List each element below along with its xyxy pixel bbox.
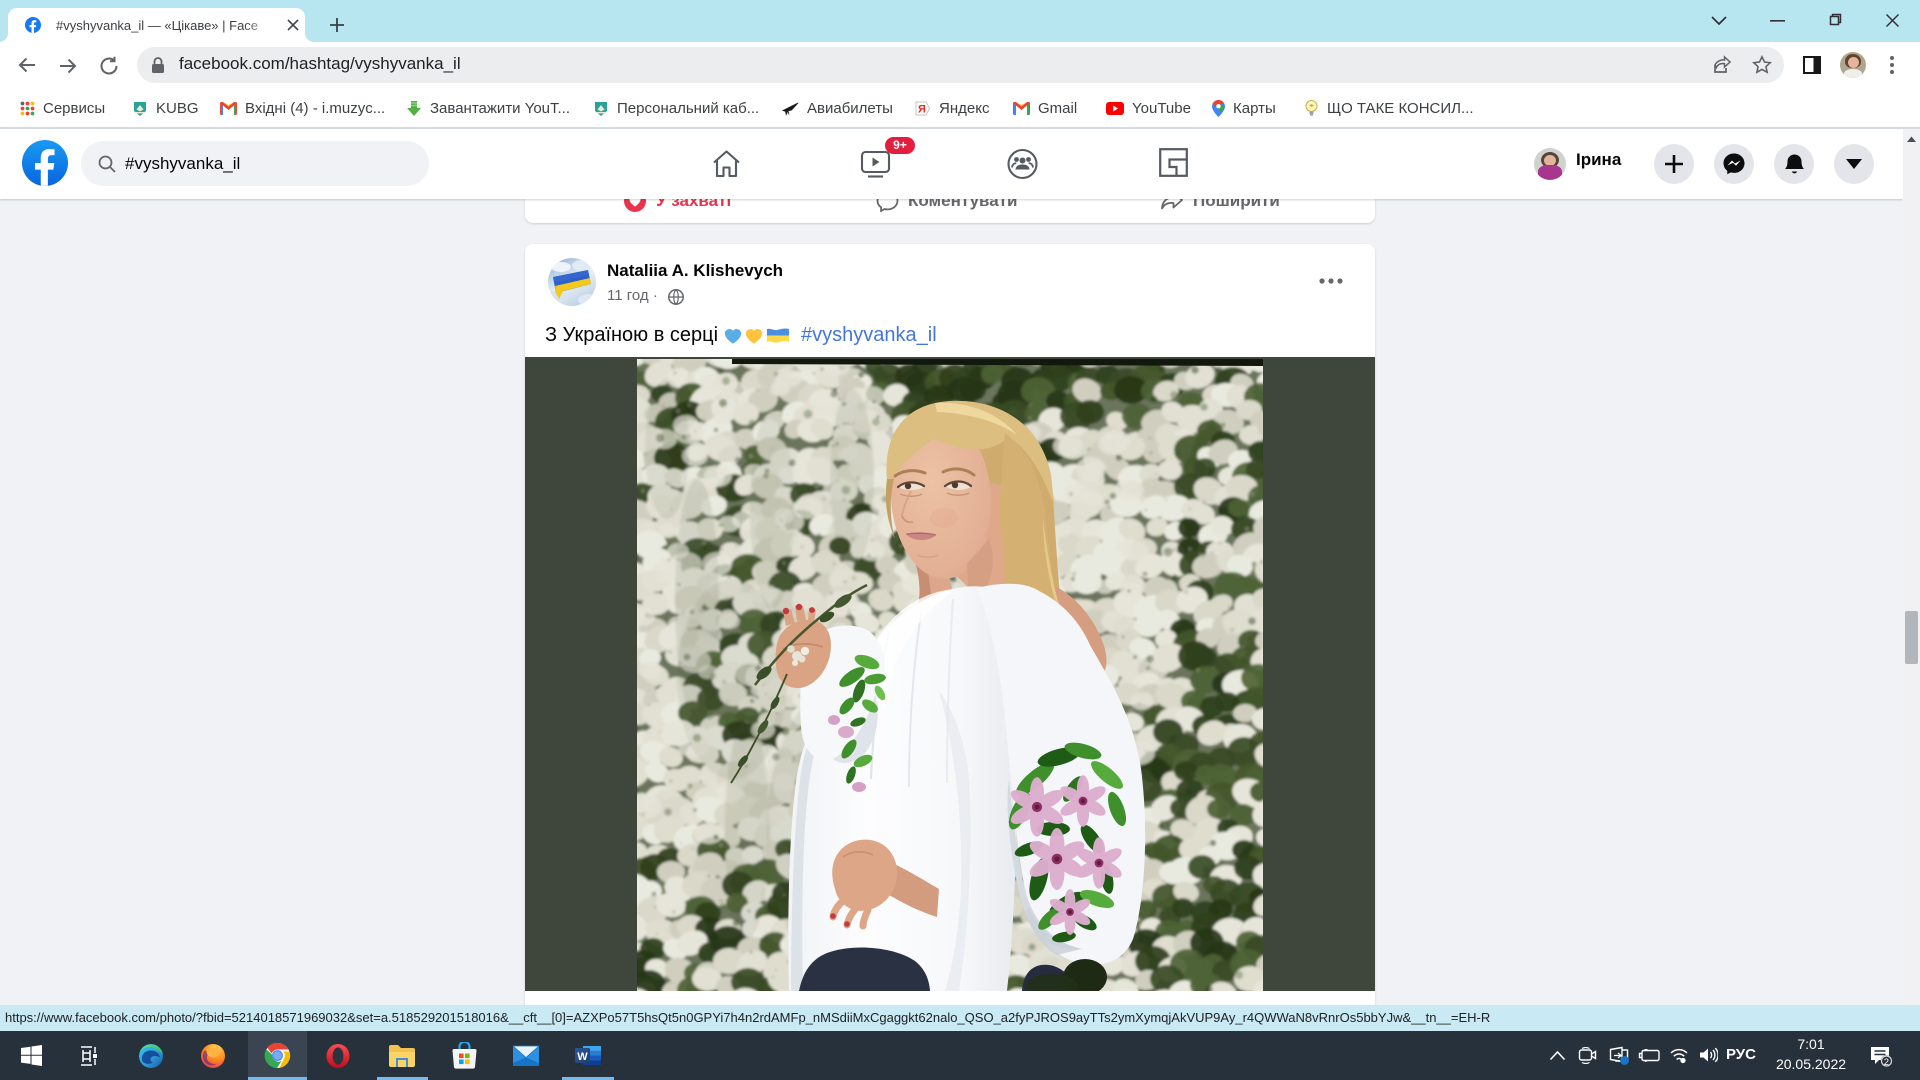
svg-text:W: W xyxy=(577,1051,588,1063)
svg-text:Я: Я xyxy=(918,104,926,116)
svg-text:2: 2 xyxy=(1884,1057,1889,1067)
